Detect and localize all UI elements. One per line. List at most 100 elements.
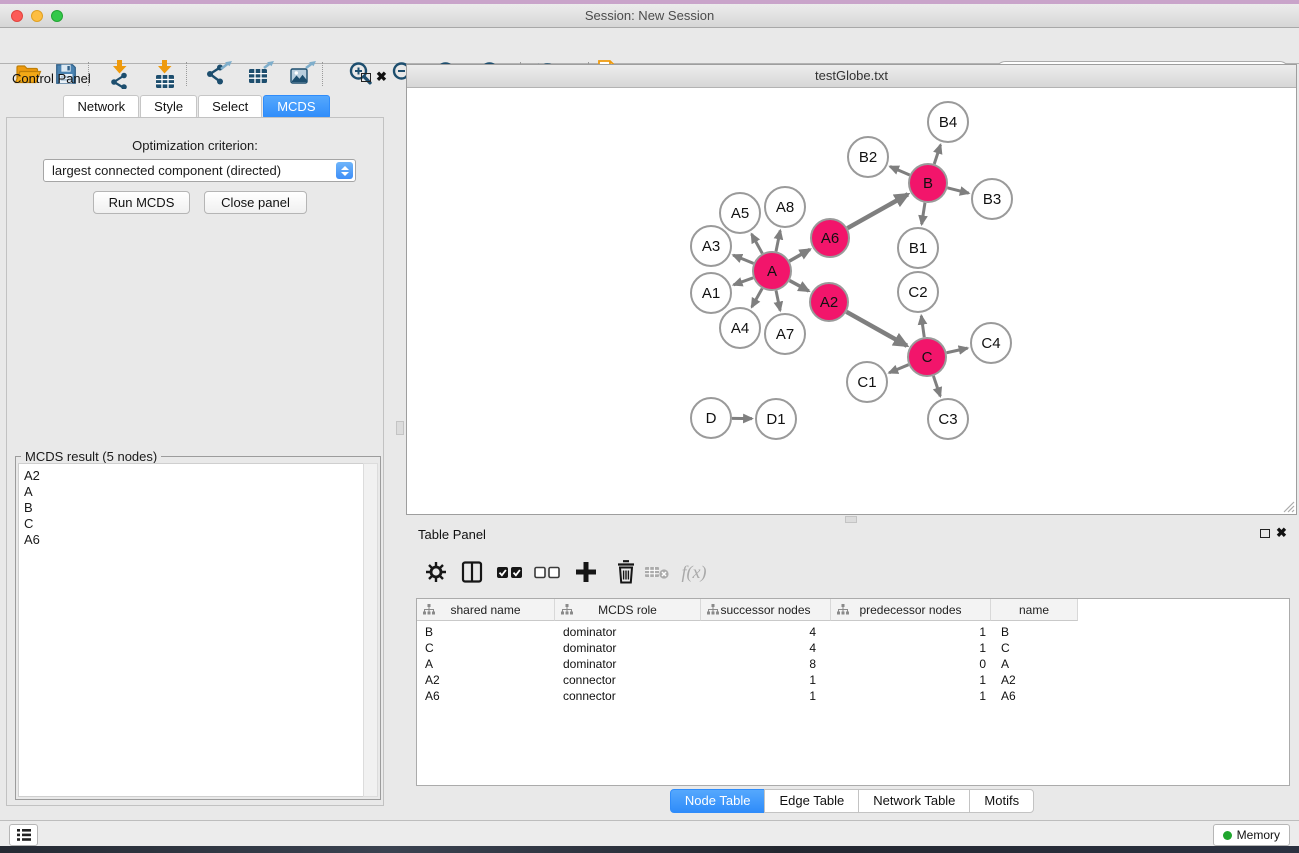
tab-node-table[interactable]: Node Table — [670, 789, 766, 813]
table-row[interactable]: A2connector11A2 — [417, 672, 1289, 688]
node-C4[interactable]: C4 — [971, 323, 1011, 363]
node-A7[interactable]: A7 — [765, 314, 805, 354]
tab-network[interactable]: Network — [63, 95, 139, 119]
clear-checkboxes-icon[interactable] — [530, 556, 564, 588]
edge-B-B3[interactable] — [947, 188, 968, 193]
tab-motifs[interactable]: Motifs — [969, 789, 1034, 813]
network-close-traffic-light[interactable] — [416, 70, 427, 81]
node-D[interactable]: D — [691, 398, 731, 438]
column-header-predecessor-nodes[interactable]: predecessor nodes — [831, 599, 991, 621]
close-panel-button[interactable]: Close panel — [204, 191, 307, 214]
edge-A6-B[interactable] — [847, 194, 908, 228]
edge-A-A2[interactable] — [790, 281, 809, 291]
node-A8[interactable]: A8 — [765, 187, 805, 227]
memory-button[interactable]: Memory — [1213, 824, 1290, 846]
svg-text:C1: C1 — [857, 374, 876, 391]
edge-B-B1[interactable] — [922, 203, 925, 225]
svg-text:A3: A3 — [702, 238, 720, 255]
column-header-MCDS-role[interactable]: MCDS role — [555, 599, 701, 621]
node-A[interactable]: A — [753, 252, 791, 290]
table-row[interactable]: A6connector11A6 — [417, 688, 1289, 704]
node-A4[interactable]: A4 — [720, 308, 760, 348]
edge-A-A7[interactable] — [776, 291, 780, 311]
network-minimize-traffic-light[interactable] — [433, 70, 444, 81]
edge-A2-C[interactable] — [846, 312, 907, 346]
settings-gear-icon[interactable] — [419, 556, 453, 588]
result-item[interactable]: A — [24, 484, 365, 500]
node-C1[interactable]: C1 — [847, 362, 887, 402]
edge-B-B4[interactable] — [934, 145, 940, 164]
edge-A-A4[interactable] — [752, 288, 762, 307]
node-A6[interactable]: A6 — [811, 219, 849, 257]
mcds-result-list[interactable]: A2ABCA6 — [18, 463, 365, 797]
tab-edge-table[interactable]: Edge Table — [764, 789, 859, 813]
result-item[interactable]: A6 — [24, 532, 365, 548]
cell: 1 — [831, 688, 991, 704]
table-row[interactable]: Cdominator41C — [417, 640, 1289, 656]
node-C2[interactable]: C2 — [898, 272, 938, 312]
vertical-split-grip[interactable] — [396, 421, 404, 435]
node-A5[interactable]: A5 — [720, 193, 760, 233]
result-item[interactable]: C — [24, 516, 365, 532]
tab-mcds[interactable]: MCDS — [263, 95, 329, 119]
column-header-shared-name[interactable]: shared name — [417, 599, 555, 621]
node-B1[interactable]: B1 — [898, 228, 938, 268]
svg-text:B3: B3 — [983, 191, 1001, 208]
node-C3[interactable]: C3 — [928, 399, 968, 439]
result-scrollbar[interactable] — [363, 463, 378, 797]
svg-text:D1: D1 — [766, 411, 785, 428]
edge-A-A8[interactable] — [776, 231, 780, 252]
trash-icon[interactable] — [609, 556, 643, 588]
resize-grip-icon[interactable] — [1279, 497, 1295, 513]
edge-A-A1[interactable] — [734, 278, 754, 285]
edge-A-A6[interactable] — [789, 249, 810, 261]
node-A1[interactable]: A1 — [691, 273, 731, 313]
node-B3[interactable]: B3 — [972, 179, 1012, 219]
tab-style[interactable]: Style — [140, 95, 197, 119]
column-header-successor-nodes[interactable]: successor nodes — [701, 599, 831, 621]
node-C[interactable]: C — [908, 338, 946, 376]
network-canvas[interactable]: B4 B2 B B3 A8A5 A6 A3 B1 A A1 C2 A2 A4A7 C4 C C1 D C3 D1 — [407, 87, 1296, 514]
maximize-traffic-light[interactable] — [51, 10, 63, 22]
edge-C-C2[interactable] — [921, 316, 924, 337]
cell: A6 — [417, 688, 555, 704]
criterion-select[interactable]: largest connected component (directed) — [43, 159, 356, 182]
select-checkboxes-icon[interactable] — [493, 556, 527, 588]
edge-C-C4[interactable] — [947, 348, 968, 353]
minimize-traffic-light[interactable] — [31, 10, 43, 22]
mcds-panel: Optimization criterion: largest connecte… — [6, 117, 384, 806]
edge-A-A3[interactable] — [733, 255, 753, 263]
float-panel-icon[interactable] — [361, 73, 371, 82]
edge-C-C1[interactable] — [889, 365, 908, 373]
horizontal-split-grip[interactable] — [845, 516, 857, 523]
close-panel-icon[interactable]: ✖ — [376, 72, 387, 82]
node-B4[interactable]: B4 — [928, 102, 968, 142]
node-A3[interactable]: A3 — [691, 226, 731, 266]
network-maximize-traffic-light[interactable] — [450, 70, 461, 81]
table-float-panel-icon[interactable] — [1260, 529, 1270, 538]
table-close-panel-icon[interactable]: ✖ — [1276, 528, 1287, 538]
node-B[interactable]: B — [909, 164, 947, 202]
run-mcds-button[interactable]: Run MCDS — [93, 191, 190, 214]
table-row[interactable]: Bdominator41B — [417, 624, 1289, 640]
result-item[interactable]: B — [24, 500, 365, 516]
node-A2[interactable]: A2 — [810, 283, 848, 321]
result-item[interactable]: A2 — [24, 468, 365, 484]
network-window-titlebar[interactable]: testGlobe.txt — [407, 65, 1296, 88]
edge-A-A5[interactable] — [752, 234, 763, 253]
tab-select[interactable]: Select — [198, 95, 262, 119]
table-row[interactable]: Adominator80A — [417, 656, 1289, 672]
task-history-button[interactable] — [9, 824, 38, 846]
cell: 1 — [831, 672, 991, 688]
edge-B-B2[interactable] — [890, 167, 910, 176]
add-icon[interactable] — [569, 556, 603, 588]
cell: 4 — [701, 624, 831, 640]
column-header-name[interactable]: name — [991, 599, 1078, 621]
node-D1[interactable]: D1 — [756, 399, 796, 439]
close-traffic-light[interactable] — [11, 10, 23, 22]
split-columns-icon[interactable] — [455, 556, 489, 588]
tab-network-table[interactable]: Network Table — [858, 789, 970, 813]
node-B2[interactable]: B2 — [848, 137, 888, 177]
edge-C-C3[interactable] — [933, 376, 940, 396]
cell: A2 — [991, 672, 1078, 688]
